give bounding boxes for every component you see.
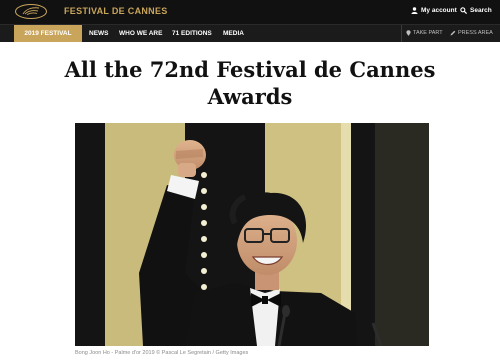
palm-leaf-logo[interactable] <box>14 3 48 20</box>
search-icon <box>460 7 467 14</box>
nav-item-news[interactable]: NEWS <box>89 30 109 37</box>
nav-item-71-editions[interactable]: 71 EDITIONS <box>172 30 212 37</box>
take-part-label: TAKE PART <box>413 30 443 36</box>
nav-item-2019-festival[interactable]: 2019 FESTIVAL <box>14 25 82 42</box>
location-pin-icon <box>406 30 411 36</box>
user-icon <box>411 7 418 14</box>
nav-item-who-we-are[interactable]: WHO WE ARE <box>119 30 162 37</box>
my-account-label: My account <box>421 7 457 14</box>
nav-item-media[interactable]: MEDIA <box>223 30 244 37</box>
search-label: Search <box>470 7 492 14</box>
nav-divider <box>401 25 402 42</box>
pencil-icon <box>450 30 456 36</box>
site-brand-link[interactable]: FESTIVAL DE CANNES <box>64 6 168 16</box>
my-account-link[interactable]: My account <box>411 7 457 14</box>
press-area-label: PRESS AREA <box>458 30 493 36</box>
photo-caption: Bong Joon Ho - Palme d'or 2019 © Pascal … <box>75 350 249 356</box>
hero-photo <box>75 123 429 346</box>
take-part-link[interactable]: TAKE PART <box>406 30 443 36</box>
press-area-link[interactable]: PRESS AREA <box>450 30 493 36</box>
top-bar: FESTIVAL DE CANNES My account Search <box>0 0 500 24</box>
main-nav: 2019 FESTIVAL NEWS WHO WE ARE 71 EDITION… <box>0 24 500 42</box>
search-button[interactable]: Search <box>460 7 492 14</box>
page-title: All the 72nd Festival de Cannes Awards <box>64 57 436 109</box>
